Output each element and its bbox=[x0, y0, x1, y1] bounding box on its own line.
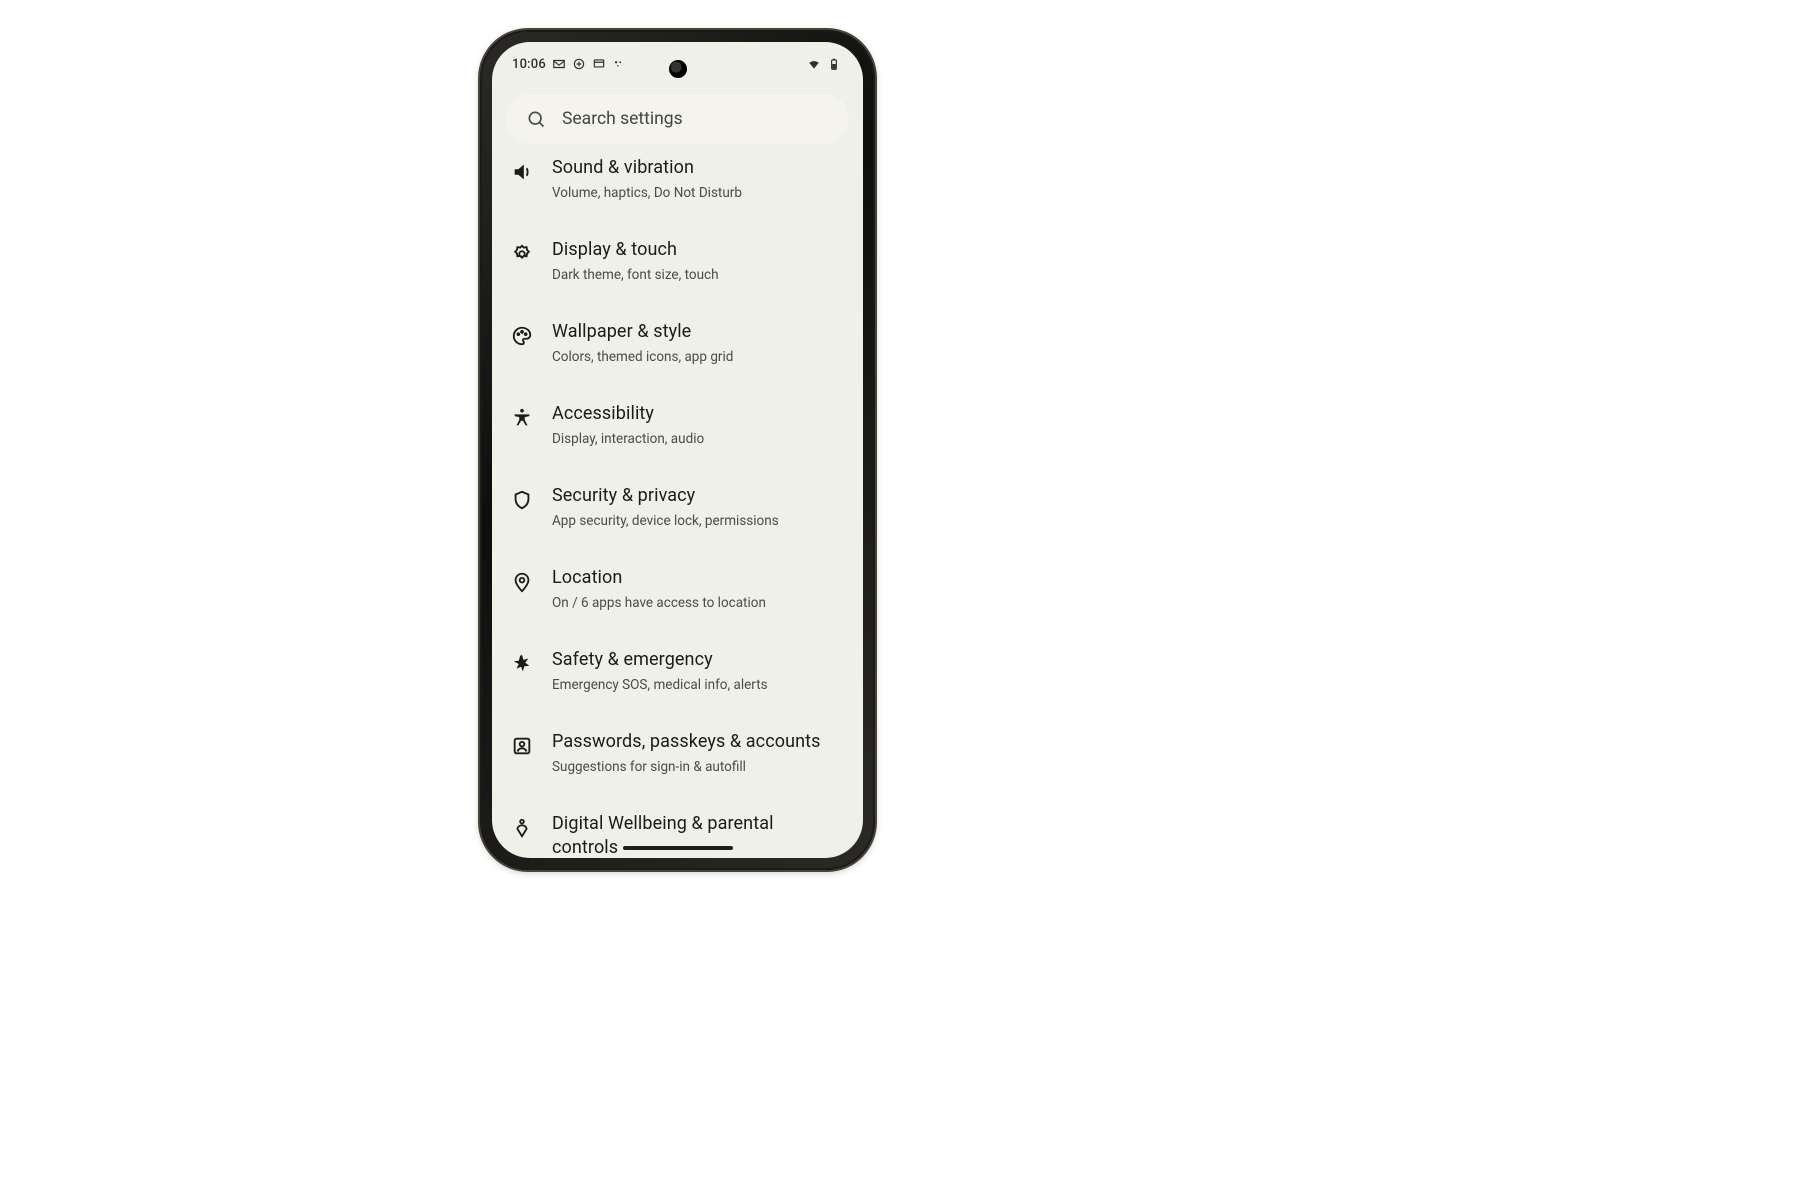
settings-item-sub: App security, device lock, permissions bbox=[552, 512, 841, 530]
shield-icon bbox=[510, 488, 534, 512]
account-box-icon bbox=[510, 734, 534, 758]
settings-item-title: Accessibility bbox=[552, 402, 841, 426]
volume-icon bbox=[510, 160, 534, 184]
settings-item-title: Location bbox=[552, 566, 841, 590]
settings-item-title: Passwords, passkeys & accounts bbox=[552, 730, 841, 754]
settings-item-title: Digital Wellbeing & parental controls bbox=[552, 812, 841, 858]
settings-item-wallpaper[interactable]: Wallpaper & style Colors, themed icons, … bbox=[492, 302, 863, 384]
wifi-icon bbox=[807, 57, 821, 71]
accessibility-icon bbox=[510, 406, 534, 430]
settings-item-sub: On / 6 apps have access to location bbox=[552, 594, 841, 612]
search-placeholder: Search settings bbox=[562, 109, 683, 129]
front-camera bbox=[669, 60, 687, 78]
location-icon bbox=[510, 570, 534, 594]
status-clock: 10:06 bbox=[512, 57, 546, 72]
settings-item-sound[interactable]: Sound & vibration Volume, haptics, Do No… bbox=[492, 154, 863, 220]
settings-item-location[interactable]: Location On / 6 apps have access to loca… bbox=[492, 548, 863, 630]
settings-item-display[interactable]: Display & touch Dark theme, font size, t… bbox=[492, 220, 863, 302]
settings-item-title: Display & touch bbox=[552, 238, 841, 262]
battery-icon bbox=[827, 57, 841, 71]
settings-item-passwords[interactable]: Passwords, passkeys & accounts Suggestio… bbox=[492, 712, 863, 794]
settings-item-security[interactable]: Security & privacy App security, device … bbox=[492, 466, 863, 548]
settings-item-title: Wallpaper & style bbox=[552, 320, 841, 344]
settings-item-sub: Dark theme, font size, touch bbox=[552, 266, 841, 284]
settings-item-sub: Emergency SOS, medical info, alerts bbox=[552, 676, 841, 694]
palette-icon bbox=[510, 324, 534, 348]
settings-item-sub: Volume, haptics, Do Not Disturb bbox=[552, 184, 841, 202]
settings-item-title: Security & privacy bbox=[552, 484, 841, 508]
phone-screen: 10:06 bbox=[492, 42, 863, 858]
search-settings[interactable]: Search settings bbox=[506, 94, 849, 144]
settings-item-sub: Colors, themed icons, app grid bbox=[552, 348, 841, 366]
settings-item-safety[interactable]: Safety & emergency Emergency SOS, medica… bbox=[492, 630, 863, 712]
data-saver-icon bbox=[572, 57, 586, 71]
settings-item-accessibility[interactable]: Accessibility Display, interaction, audi… bbox=[492, 384, 863, 466]
more-notifications-icon bbox=[612, 57, 626, 71]
settings-list[interactable]: Sound & vibration Volume, haptics, Do No… bbox=[492, 154, 863, 858]
emergency-icon bbox=[510, 652, 534, 676]
settings-item-sub: Suggestions for sign-in & autofill bbox=[552, 758, 841, 776]
phone-frame: 10:06 bbox=[480, 30, 875, 870]
gesture-nav-handle[interactable] bbox=[623, 846, 733, 850]
search-icon bbox=[526, 109, 546, 129]
settings-item-title: Sound & vibration bbox=[552, 156, 841, 180]
settings-item-sub: Display, interaction, audio bbox=[552, 430, 841, 448]
brightness-icon bbox=[510, 242, 534, 266]
settings-item-title: Safety & emergency bbox=[552, 648, 841, 672]
wellbeing-icon bbox=[510, 816, 534, 840]
gmail-icon bbox=[552, 57, 566, 71]
screenshot-icon bbox=[592, 57, 606, 71]
